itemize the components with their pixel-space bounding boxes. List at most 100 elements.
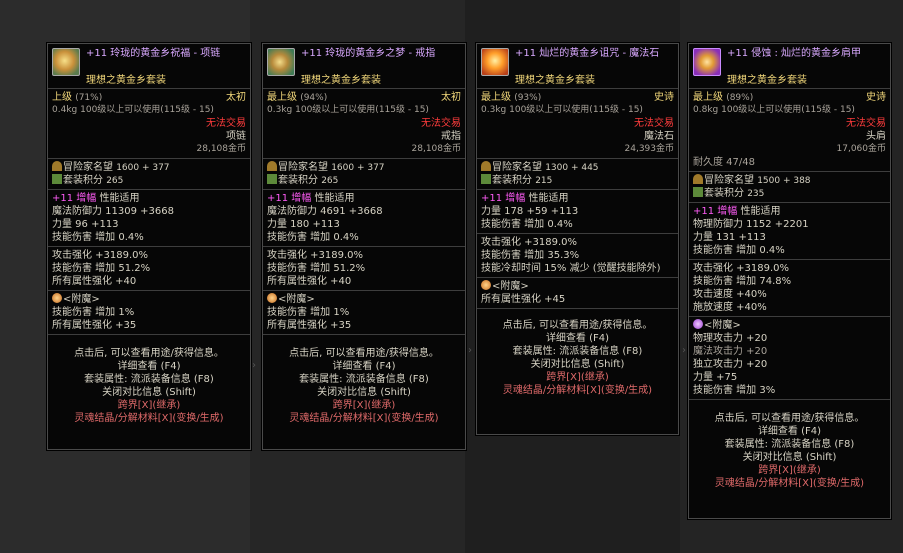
set-name: 理想之黄金乡套装 [301, 75, 381, 86]
set-score-label: 套装积分 [63, 175, 103, 186]
orb-icon [693, 319, 703, 329]
grade-rank: 上级 [52, 92, 72, 103]
fame-section: 冒险家名望 1600 + 377 套装积分 265 [48, 159, 250, 190]
set-pieces-icon [693, 187, 703, 197]
magic-stone-icon [481, 48, 509, 76]
option-section: 攻击强化 +3189.0% 技能伤害 增加 51.2% 所有属性强化 +40 [48, 247, 250, 291]
close-compare-link[interactable]: 关闭对比信息 (Shift) [693, 451, 886, 464]
enchant-line: 所有属性强化 +45 [481, 294, 566, 305]
item-tooltip-necklace[interactable]: +11 玲珑的黄金乡祝福 - 项链 理想之黄金乡套装 上级 (71%) 太初 0.… [47, 43, 251, 450]
detail-view-link[interactable]: 详细查看 (F4) [693, 425, 886, 438]
crest-icon [267, 161, 277, 171]
price: 28,108金币 [196, 144, 247, 154]
orb-icon [52, 293, 62, 303]
item-type: 戒指 [441, 131, 461, 142]
fame-value: 1300 + 445 [545, 163, 599, 173]
skill-damage-option: 技能伤害 增加 74.8% [693, 276, 792, 287]
transfer-link[interactable]: 跨界[X](继承) [693, 464, 886, 477]
enchant-label: 附魔 [500, 281, 521, 292]
grade-percent: (93%) [514, 93, 542, 103]
item-tooltip-ring[interactable]: +11 玲珑的黄金乡之梦 - 戒指 理想之黄金乡套装 最上级 (94%) 太初 0… [262, 43, 466, 450]
enchant-section: <附魔> 技能伤害 增加 1% 所有属性强化 +35 [263, 291, 465, 335]
fame-section: 冒险家名望 1600 + 377 套装积分 265 [263, 159, 465, 190]
rarity: 史诗 [866, 92, 886, 103]
magic-defense: 魔法防御力 4691 +3668 [267, 206, 383, 217]
detail-view-link[interactable]: 详细查看 (F4) [267, 360, 461, 373]
crest-icon [52, 161, 62, 171]
detail-view-link[interactable]: 详细查看 (F4) [52, 360, 246, 373]
close-compare-link[interactable]: 关闭对比信息 (Shift) [481, 358, 674, 371]
set-score-value: 265 [321, 176, 339, 186]
option-section: 攻击强化 +3189.0% 技能伤害 增加 51.2% 所有属性强化 +40 [263, 247, 465, 291]
set-name: 理想之黄金乡套装 [515, 75, 595, 86]
close-compare-link[interactable]: 关闭对比信息 (Shift) [267, 386, 461, 399]
perf-label: 性能适用 [314, 193, 355, 204]
attack-enhance: 攻击强化 +3189.0% [481, 237, 578, 248]
amplify-level: +11 [693, 206, 715, 217]
enchant-line: 物理攻击力 +20 [693, 333, 768, 344]
level-requirement: 100级以上可以使用(115级 - 15) [80, 105, 214, 115]
set-info-link[interactable]: 套装属性: 流派装备信息 (F8) [52, 373, 246, 386]
item-basic-info: 最上级 (93%) 史诗 0.3kg 100级以上可以使用(115级 - 15) … [477, 89, 678, 159]
item-title: +11 玲珑的黄金乡祝福 - 项链 [86, 48, 221, 59]
enchant-line: 魔法攻击力 +20 [693, 346, 768, 357]
transfer-link[interactable]: 跨界[X](继承) [267, 399, 461, 412]
enchant-section: <附魔> 物理攻击力 +20 魔法攻击力 +20 独立攻击力 +20 力量 +7… [689, 317, 890, 400]
level-requirement: 100级以上可以使用(115级 - 15) [721, 105, 855, 115]
enchant-label: 附魔 [286, 294, 307, 305]
level-requirement: 100级以上可以使用(115级 - 15) [295, 105, 429, 115]
tooltip-footer: 点击后, 可以查看用途/获得信息。 详细查看 (F4) 套装属性: 流派装备信息… [689, 400, 890, 490]
amplify-section: +11 增幅 性能适用 魔法防御力 4691 +3668 力量 180 +113… [263, 190, 465, 247]
set-info-link[interactable]: 套装属性: 流派装备信息 (F8) [267, 373, 461, 386]
soul-crystal-link[interactable]: 灵魂结晶/分解材料[X](变换/生成) [267, 412, 461, 425]
rarity: 太初 [226, 92, 246, 103]
enchant-label: 附魔 [71, 294, 92, 305]
tooltip-header: +11 玲珑的黄金乡之梦 - 戒指 理想之黄金乡套装 [263, 44, 465, 89]
footer-hint: 点击后, 可以查看用途/获得信息。 [502, 320, 653, 331]
skill-damage: 技能伤害 增加 0.4% [481, 219, 573, 230]
grade-percent: (71%) [75, 93, 103, 103]
tooltip-footer: 点击后, 可以查看用途/获得信息。 详细查看 (F4) 套装属性: 流派装备信息… [48, 335, 250, 425]
fame-section: 冒险家名望 1500 + 388 套装积分 235 [689, 172, 890, 203]
soul-crystal-link[interactable]: 灵魂结晶/分解材料[X](变换/生成) [481, 384, 674, 397]
soul-crystal-link[interactable]: 灵魂结晶/分解材料[X](变换/生成) [693, 477, 886, 490]
item-tooltip-magic-stone[interactable]: +11 灿烂的黄金乡诅咒 - 魔法石 理想之黄金乡套装 最上级 (93%) 史诗 … [476, 43, 679, 435]
transfer-link[interactable]: 跨界[X](继承) [52, 399, 246, 412]
skill-damage-option: 技能伤害 增加 51.2% [267, 263, 366, 274]
rarity: 太初 [441, 92, 461, 103]
enchant-line: 技能伤害 增加 1% [267, 307, 350, 318]
item-tooltip-shoulder[interactable]: +11 侵蚀 : 灿烂的黄金乡肩甲 理想之黄金乡套装 最上级 (89%) 史诗 0… [688, 43, 891, 519]
close-compare-link[interactable]: 关闭对比信息 (Shift) [52, 386, 246, 399]
grade-rank: 最上级 [693, 92, 723, 103]
enchant-section: <附魔> 技能伤害 增加 1% 所有属性强化 +35 [48, 291, 250, 335]
price: 17,060金币 [836, 144, 887, 154]
set-pieces-icon [267, 174, 277, 184]
crest-icon [693, 174, 703, 184]
price: 24,393金币 [624, 144, 675, 154]
footer-hint: 点击后, 可以查看用途/获得信息。 [714, 413, 865, 424]
footer-hint: 点击后, 可以查看用途/获得信息。 [289, 348, 439, 359]
soul-crystal-link[interactable]: 灵魂结晶/分解材料[X](变换/生成) [52, 412, 246, 425]
item-type: 魔法石 [644, 131, 674, 142]
transfer-link[interactable]: 跨界[X](继承) [481, 371, 674, 384]
fame-section: 冒险家名望 1300 + 445 套装积分 215 [477, 159, 678, 190]
orb-icon [481, 280, 491, 290]
trade-status: 无法交易 [421, 118, 461, 129]
amplify-level: +11 [481, 193, 503, 204]
fame-value: 1500 + 388 [757, 176, 811, 186]
set-score-label: 套装积分 [278, 175, 318, 186]
strength-stat: 力量 131 +113 [693, 232, 766, 243]
physical-defense: 物理防御力 1152 +2201 [693, 219, 809, 230]
attack-enhance: 攻击强化 +3189.0% [52, 250, 149, 261]
enchant-line: 独立攻击力 +20 [693, 359, 768, 370]
magic-defense: 魔法防御力 11309 +3668 [52, 206, 174, 217]
tooltip-footer: 点击后, 可以查看用途/获得信息。 详细查看 (F4) 套装属性: 流派装备信息… [477, 309, 678, 397]
ring-icon [267, 48, 295, 76]
skill-damage: 技能伤害 增加 0.4% [693, 245, 785, 256]
set-info-link[interactable]: 套装属性: 流派装备信息 (F8) [693, 438, 886, 451]
set-info-link[interactable]: 套装属性: 流派装备信息 (F8) [481, 345, 674, 358]
adventurer-label: 冒险家名望 [704, 175, 754, 186]
shoulder-armor-icon [693, 48, 721, 76]
detail-view-link[interactable]: 详细查看 (F4) [481, 332, 674, 345]
expand-arrow-icon[interactable]: › [252, 360, 262, 390]
